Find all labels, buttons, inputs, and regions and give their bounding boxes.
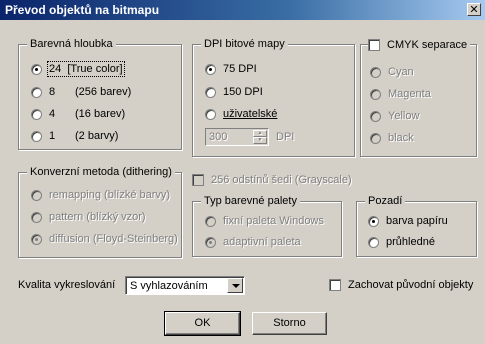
radio-pattern-icon (31, 211, 42, 223)
color-depth-4-desc: (16 barev) (75, 108, 126, 120)
palette-adaptive-label: adaptivní paleta (223, 236, 301, 248)
grayscale-box-icon (192, 174, 204, 186)
quality-label: Kvalita vykreslování (18, 279, 116, 291)
color-depth-4-radio[interactable]: 4 (16 barev) (31, 106, 125, 122)
radio-adaptive-icon (205, 236, 216, 248)
cmyk-box-icon (368, 39, 380, 51)
cmyk-checkbox[interactable]: CMYK separace (368, 37, 471, 53)
dither-remapping-radio[interactable]: remapping (blízké barvy) (31, 187, 170, 203)
cmyk-black-label: black (388, 132, 414, 144)
cancel-button[interactable]: Storno (252, 312, 327, 335)
color-depth-8-key: 8 (49, 86, 56, 98)
bg-paper-radio[interactable]: barva papíru (368, 213, 448, 229)
close-icon: ✕ (469, 4, 479, 16)
radio-4-icon (31, 108, 42, 120)
dpi-custom-value: 300 (209, 131, 228, 143)
radio-8-icon (31, 86, 42, 98)
palette-legend: Typ barevné palety (201, 195, 300, 207)
dpi-75-label: 75 DPI (223, 63, 257, 75)
grayscale-checkbox[interactable]: 256 odstínů šedi (Grayscale) (192, 172, 352, 188)
dither-diffusion-radio[interactable]: diffusion (Floyd-Steinberg) (31, 231, 178, 247)
chevron-down-icon[interactable] (227, 278, 243, 293)
dpi-custom-spinner[interactable]: 300 ▲ ▼ (205, 128, 269, 146)
bg-transparent-radio[interactable]: průhledné (368, 234, 435, 250)
color-depth-24-key: 24 (49, 63, 62, 75)
cmyk-label: CMYK separace (387, 39, 468, 51)
quality-value: S vyhlazováním (130, 280, 208, 292)
keep-objects-box-icon (329, 279, 341, 291)
color-depth-24-radio[interactable]: 24 [True color] (31, 61, 125, 77)
radio-diffusion-icon (31, 233, 42, 245)
keep-objects-checkbox[interactable]: Zachovat původní objekty (329, 277, 473, 293)
cmyk-black-radio[interactable]: black (370, 130, 414, 146)
close-button[interactable]: ✕ (467, 3, 481, 16)
radio-75-icon (205, 63, 216, 75)
dpi-custom-radio[interactable]: uživatelské (205, 106, 277, 122)
radio-custom-icon (205, 108, 216, 120)
radio-magenta-icon (370, 88, 381, 100)
cmyk-yellow-radio[interactable]: Yellow (370, 108, 419, 124)
color-depth-1-radio[interactable]: 1 (2 barvy) (31, 128, 118, 144)
dpi-legend: DPI bitové mapy (201, 38, 288, 50)
color-depth-4-key: 4 (49, 108, 56, 120)
ok-button[interactable]: OK (164, 311, 241, 336)
keep-objects-label: Zachovat původní objekty (348, 279, 474, 291)
radio-150-icon (205, 86, 216, 98)
dithering-legend: Konverzní metoda (dithering) (27, 166, 175, 178)
radio-black-icon (370, 132, 381, 144)
spin-down-icon[interactable]: ▼ (253, 137, 267, 144)
cmyk-cyan-label: Cyan (388, 66, 414, 78)
cmyk-magenta-radio[interactable]: Magenta (370, 86, 431, 102)
bg-paper-label: barva papíru (386, 215, 448, 227)
palette-fixed-radio[interactable]: fixní paleta Windows (205, 213, 324, 229)
cmyk-cyan-radio[interactable]: Cyan (370, 64, 414, 80)
dpi-unit-label: DPI (276, 131, 295, 143)
dpi-150-radio[interactable]: 150 DPI (205, 84, 263, 100)
title-bar[interactable]: Převod objektů na bitmapu ✕ (0, 0, 485, 20)
dither-pattern-radio[interactable]: pattern (blízký vzor) (31, 209, 146, 225)
dpi-150-label: 150 DPI (223, 86, 263, 98)
color-depth-legend: Barevná hloubka (27, 38, 116, 50)
bg-transparent-label: průhledné (386, 236, 435, 248)
dialog-window: Převod objektů na bitmapu ✕ Barevná hlou… (0, 0, 485, 344)
radio-1-icon (31, 130, 42, 142)
palette-adaptive-radio[interactable]: adaptivní paleta (205, 234, 301, 250)
window-title: Převod objektů na bitmapu (5, 3, 160, 17)
radio-cyan-icon (370, 66, 381, 78)
radio-24-icon (31, 63, 42, 75)
background-legend: Pozadí (365, 195, 406, 207)
radio-remapping-icon (31, 189, 42, 201)
dpi-75-radio[interactable]: 75 DPI (205, 61, 257, 77)
cmyk-magenta-label: Magenta (388, 88, 431, 100)
dither-remapping-label: remapping (blízké barvy) (49, 189, 171, 201)
color-depth-8-desc: (256 barev) (75, 86, 132, 98)
color-depth-1-desc: (2 barvy) (75, 130, 119, 142)
radio-paper-icon (368, 215, 379, 227)
quality-select[interactable]: S vyhlazováním (125, 276, 245, 295)
dither-pattern-label: pattern (blízký vzor) (49, 211, 146, 223)
dpi-custom-label: uživatelské (223, 108, 278, 120)
spin-up-icon[interactable]: ▲ (253, 130, 267, 137)
color-depth-24-desc: [True color] (67, 63, 123, 75)
dither-diffusion-label: diffusion (Floyd-Steinberg) (49, 233, 178, 245)
color-depth-1-key: 1 (49, 130, 56, 142)
radio-yellow-icon (370, 110, 381, 122)
color-depth-8-radio[interactable]: 8 (256 barev) (31, 84, 131, 100)
grayscale-label: 256 odstínů šedi (Grayscale) (211, 174, 352, 186)
radio-transparent-icon (368, 236, 379, 248)
radio-fixed-icon (205, 215, 216, 227)
cmyk-yellow-label: Yellow (388, 110, 420, 122)
palette-fixed-label: fixní paleta Windows (223, 215, 324, 227)
